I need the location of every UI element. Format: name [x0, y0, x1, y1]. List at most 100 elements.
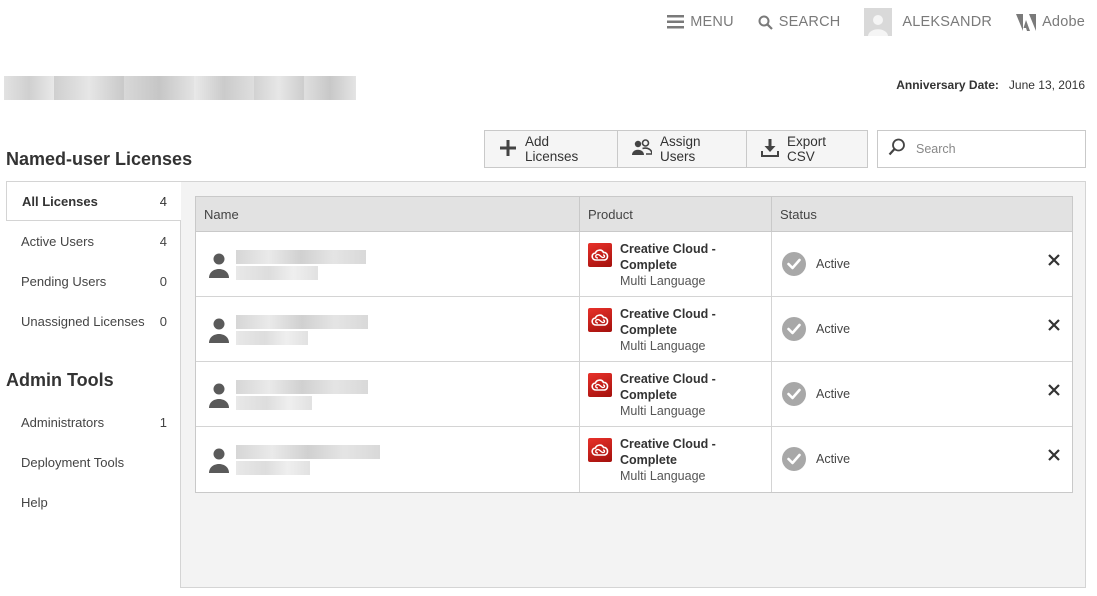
plus-icon: [499, 139, 517, 160]
search-icon: [888, 138, 906, 161]
remove-license-button[interactable]: [1046, 252, 1062, 268]
status-cell: Active: [772, 362, 1072, 426]
creative-cloud-icon: [588, 438, 612, 462]
close-icon: [1048, 384, 1060, 396]
sidebar-item-label: All Licenses: [22, 193, 98, 209]
search-input[interactable]: [916, 142, 1066, 156]
search-icon: [758, 15, 773, 30]
sidebar-item-count: 0: [159, 273, 167, 289]
status-text: Active: [816, 322, 851, 336]
remove-license-button[interactable]: [1046, 382, 1062, 398]
admin-tools-section-title: Admin Tools: [6, 370, 114, 390]
product-language: Multi Language: [620, 274, 706, 288]
user-icon: [208, 317, 230, 348]
user-icon: [208, 447, 230, 478]
sidebar-item-count: 1: [159, 414, 167, 430]
top-navigation: MENU SEARCH ALEKSANDR Adobe: [667, 8, 1085, 36]
sidebar-item-label: Unassigned Licenses: [21, 313, 145, 329]
close-icon: [1048, 254, 1060, 266]
user-menu-button[interactable]: ALEKSANDR: [864, 8, 992, 36]
table-row[interactable]: Creative Cloud - Complete Multi Language…: [196, 362, 1072, 427]
adobe-logo-icon: [1016, 13, 1037, 31]
check-circle-icon: [782, 447, 806, 471]
sidebar-item-all-licenses[interactable]: All Licenses 4: [6, 181, 181, 221]
licenses-panel: Name Product Status Creative Cloud - Com…: [180, 181, 1086, 588]
anniversary-value: June 13, 2016: [1008, 78, 1085, 92]
adobe-brand-label: Adobe: [1042, 14, 1085, 30]
status-text: Active: [816, 387, 851, 401]
status-cell: Active: [772, 232, 1072, 296]
sidebar-item-count: 4: [159, 193, 167, 209]
product-name: Creative Cloud - Complete: [620, 242, 716, 272]
creative-cloud-icon: [588, 373, 612, 397]
product-language: Multi Language: [620, 469, 706, 483]
check-circle-icon: [782, 317, 806, 341]
check-circle-icon: [782, 382, 806, 406]
status-text: Active: [816, 257, 851, 271]
column-header-status[interactable]: Status: [772, 197, 1072, 231]
sidebar-item-label: Administrators: [21, 414, 105, 430]
sidebar-item-count: 0: [159, 313, 167, 329]
product-cell: Creative Cloud - Complete Multi Language: [580, 362, 772, 426]
column-header-product[interactable]: Product: [580, 197, 772, 231]
sidebar-item-deployment-tools[interactable]: Deployment Tools: [6, 442, 181, 482]
product-language: Multi Language: [620, 339, 706, 353]
table-row[interactable]: Creative Cloud - Complete Multi Language…: [196, 297, 1072, 362]
sidebar-item-active-users[interactable]: Active Users 4: [6, 221, 181, 261]
sidebar-item-administrators[interactable]: Administrators 1: [6, 402, 181, 442]
anniversary-label: Anniversary Date:: [896, 78, 999, 92]
menu-label: MENU: [690, 14, 734, 30]
product-name: Creative Cloud - Complete: [620, 307, 716, 337]
organization-name-redacted: [4, 76, 356, 100]
search-nav-button[interactable]: SEARCH: [758, 14, 841, 30]
sidebar-item-help[interactable]: Help: [6, 482, 181, 522]
sidebar-item-pending-users[interactable]: Pending Users 0: [6, 261, 181, 301]
avatar-icon: [864, 8, 893, 36]
name-cell: [196, 362, 580, 426]
creative-cloud-icon: [588, 308, 612, 332]
license-search-box[interactable]: [877, 130, 1086, 168]
menu-button[interactable]: MENU: [667, 14, 734, 30]
name-cell: [196, 232, 580, 296]
export-csv-button[interactable]: Export CSV: [746, 130, 868, 168]
add-licenses-label: Add Licenses: [525, 134, 579, 164]
anniversary-date: Anniversary Date: June 13, 2016: [896, 78, 1085, 92]
sidebar-item-label: Pending Users: [21, 273, 107, 289]
sidebar-item-label: Active Users: [21, 233, 94, 249]
user-name-label: ALEKSANDR: [902, 14, 993, 30]
product-cell: Creative Cloud - Complete Multi Language: [580, 232, 772, 296]
remove-license-button[interactable]: [1046, 447, 1062, 463]
table-row[interactable]: Creative Cloud - Complete Multi Language…: [196, 232, 1072, 297]
sidebar-item-label: Deployment Tools: [21, 454, 125, 470]
product-cell: Creative Cloud - Complete Multi Language: [580, 427, 772, 492]
add-licenses-button[interactable]: Add Licenses: [484, 130, 618, 168]
user-icon: [208, 252, 230, 283]
adobe-brand-link[interactable]: Adobe: [1016, 13, 1085, 31]
product-name: Creative Cloud - Complete: [620, 372, 716, 402]
check-circle-icon: [782, 252, 806, 276]
hamburger-icon: [667, 15, 685, 29]
close-icon: [1048, 319, 1060, 331]
product-cell: Creative Cloud - Complete Multi Language: [580, 297, 772, 361]
search-nav-label: SEARCH: [778, 14, 841, 30]
download-icon: [761, 138, 779, 160]
column-header-name[interactable]: Name: [196, 197, 580, 231]
remove-license-button[interactable]: [1046, 317, 1062, 333]
sidebar-item-unassigned-licenses[interactable]: Unassigned Licenses 0: [6, 301, 181, 341]
licenses-section-title: Named-user Licenses: [6, 149, 193, 169]
status-cell: Active: [772, 297, 1072, 361]
assign-users-button[interactable]: Assign Users: [617, 130, 747, 168]
licenses-table: Name Product Status Creative Cloud - Com…: [195, 196, 1073, 493]
sidebar-item-label: Help: [21, 494, 48, 510]
table-row[interactable]: Creative Cloud - Complete Multi Language…: [196, 427, 1072, 492]
users-icon: [632, 138, 653, 160]
table-header: Name Product Status: [196, 197, 1072, 232]
product-language: Multi Language: [620, 404, 706, 418]
name-cell: [196, 427, 580, 492]
license-toolbar: Add Licenses Assign Users Export CSV: [484, 130, 868, 168]
status-text: Active: [816, 452, 851, 466]
creative-cloud-icon: [588, 243, 612, 267]
name-cell: [196, 297, 580, 361]
user-icon: [208, 382, 230, 413]
close-icon: [1048, 449, 1060, 461]
